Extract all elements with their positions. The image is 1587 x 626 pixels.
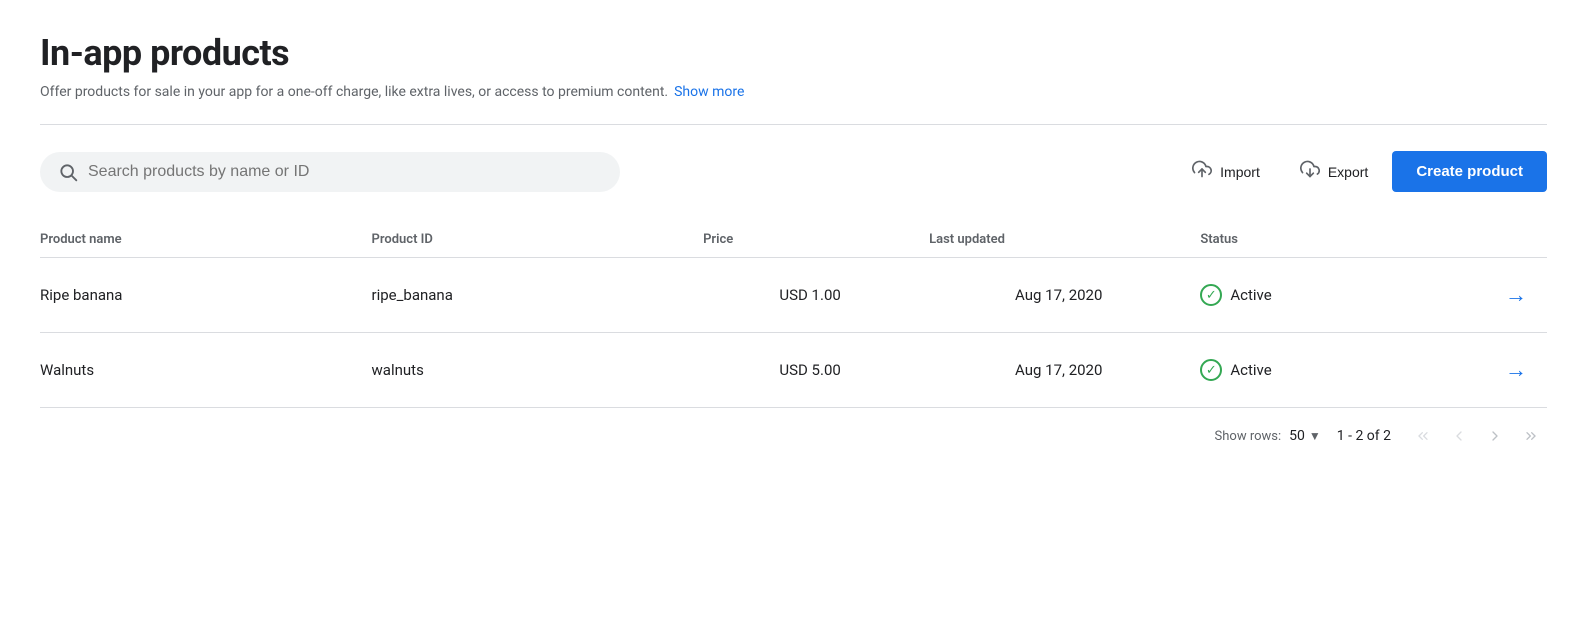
col-header-name: Product name <box>40 222 372 258</box>
section-divider <box>40 124 1547 125</box>
cell-updated-1: Aug 17, 2020 <box>929 333 1200 408</box>
row-arrow-button-0[interactable]: → <box>1497 278 1535 312</box>
export-icon <box>1300 159 1320 184</box>
page-title: In-app products <box>40 32 1547 74</box>
cell-id-0: ripe_banana <box>372 258 704 333</box>
cell-updated-0: Aug 17, 2020 <box>929 258 1200 333</box>
cell-price-0: USD 1.00 <box>703 258 929 333</box>
products-table: Product name Product ID Price Last updat… <box>40 222 1547 408</box>
next-page-button[interactable] <box>1479 424 1511 448</box>
last-page-button[interactable] <box>1515 424 1547 448</box>
status-icon-1: ✓ <box>1200 359 1222 381</box>
status-badge-1: ✓ Active <box>1200 359 1429 381</box>
import-icon <box>1192 159 1212 184</box>
import-label: Import <box>1220 164 1260 180</box>
page-info: 1 - 2 of 2 <box>1337 428 1391 444</box>
cell-arrow-0: → <box>1441 258 1547 333</box>
search-icon <box>58 162 78 182</box>
page-subtitle: Offer products for sale in your app for … <box>40 84 1547 100</box>
status-label-0: Active <box>1230 286 1271 304</box>
search-container <box>40 152 620 192</box>
toolbar: Import Export Create product <box>40 149 1547 194</box>
cell-arrow-1: → <box>1441 333 1547 408</box>
show-more-link[interactable]: Show more <box>674 84 744 100</box>
status-label-1: Active <box>1230 361 1271 379</box>
show-rows-control: Show rows: 50 ▼ <box>1215 428 1321 444</box>
table-header-row: Product name Product ID Price Last updat… <box>40 222 1547 258</box>
cell-id-1: walnuts <box>372 333 704 408</box>
status-icon-0: ✓ <box>1200 284 1222 306</box>
pagination-row: Show rows: 50 ▼ 1 - 2 of 2 <box>40 408 1547 448</box>
col-header-price: Price <box>703 222 929 258</box>
cell-status-1: ✓ Active <box>1200 333 1441 408</box>
table-row: Walnuts walnuts USD 5.00 Aug 17, 2020 ✓ … <box>40 333 1547 408</box>
import-button[interactable]: Import <box>1176 149 1276 194</box>
table-row: Ripe banana ripe_banana USD 1.00 Aug 17,… <box>40 258 1547 333</box>
rows-count: 50 <box>1289 428 1305 444</box>
export-label: Export <box>1328 164 1368 180</box>
row-arrow-button-1[interactable]: → <box>1497 353 1535 387</box>
pagination-buttons <box>1407 424 1547 448</box>
prev-page-button[interactable] <box>1443 424 1475 448</box>
col-header-arrow <box>1441 222 1547 258</box>
status-badge-0: ✓ Active <box>1200 284 1429 306</box>
create-product-button[interactable]: Create product <box>1392 151 1547 192</box>
export-button[interactable]: Export <box>1284 149 1384 194</box>
dropdown-icon: ▼ <box>1309 429 1321 443</box>
cell-name-0: Ripe banana <box>40 258 372 333</box>
subtitle-text: Offer products for sale in your app for … <box>40 84 668 100</box>
show-rows-label: Show rows: <box>1215 429 1282 444</box>
toolbar-actions: Import Export Create product <box>1176 149 1547 194</box>
first-page-button[interactable] <box>1407 424 1439 448</box>
search-input[interactable] <box>88 163 602 181</box>
rows-select[interactable]: 50 ▼ <box>1289 428 1321 444</box>
col-header-id: Product ID <box>372 222 704 258</box>
col-header-updated: Last updated <box>929 222 1200 258</box>
cell-name-1: Walnuts <box>40 333 372 408</box>
col-header-status: Status <box>1200 222 1441 258</box>
cell-status-0: ✓ Active <box>1200 258 1441 333</box>
cell-price-1: USD 5.00 <box>703 333 929 408</box>
